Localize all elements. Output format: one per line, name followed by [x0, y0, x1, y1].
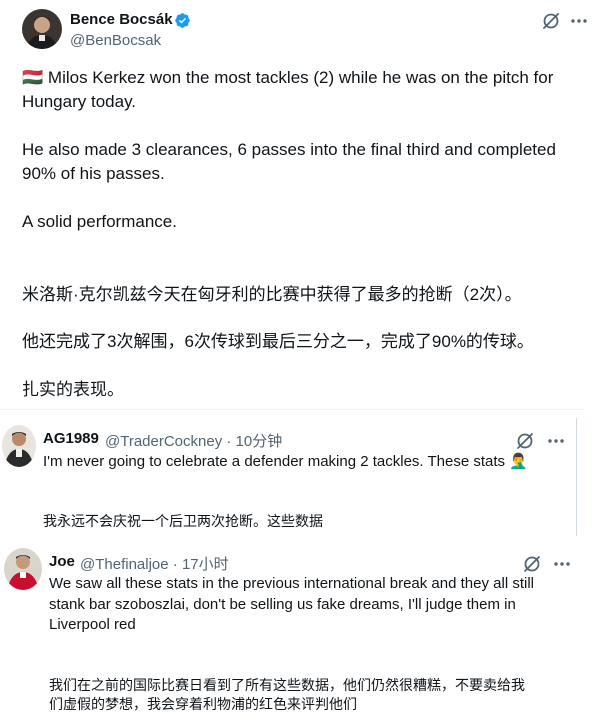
reply-text: I'm never going to celebrate a defender … — [43, 453, 528, 470]
post-text-line-cn: 他还完成了3次解围，6次传球到最后三分之一，完成了90%的传球。 — [22, 332, 534, 351]
author-handle[interactable]: @BenBocsak — [70, 32, 161, 49]
more-options-icon[interactable] — [546, 431, 566, 451]
verified-badge-icon — [174, 12, 191, 29]
reply-author-name[interactable]: Joe — [49, 553, 75, 570]
post-text-line: A solid performance. — [22, 212, 177, 231]
reply-text: Liverpool red — [49, 616, 136, 633]
hungary-flag: 🇭🇺 — [22, 68, 44, 87]
reply-text-cn: 我永远不会庆祝一个后卫两次抢断。这些数据 — [43, 513, 323, 529]
more-options-icon[interactable] — [552, 554, 572, 574]
reply-avatar[interactable] — [4, 548, 42, 590]
reply-author-handle[interactable]: @Thefinaljoe · 17小时 — [80, 553, 229, 574]
post-text-line: 90% of his passes. — [22, 164, 165, 183]
grok-icon[interactable] — [541, 11, 561, 31]
post-text-line-cn: 扎实的表现。 — [22, 380, 124, 399]
post-text-line: He also made 3 clearances, 6 passes into… — [22, 140, 556, 159]
reply-text-cn: 我们在之前的国际比赛日看到了所有这些数据，他们仍然很糟糕，不要卖给我 — [49, 677, 525, 693]
reply-author-name[interactable]: AG1989 — [43, 430, 99, 447]
reply-avatar[interactable] — [2, 425, 36, 467]
reply-text: stank bar szoboszlai, don't be selling u… — [49, 596, 516, 613]
reply-author-handle[interactable]: @TraderCockney · 10分钟 — [105, 430, 282, 451]
main-post: Bence Bocsák @BenBocsak 🇭🇺 Milos Kerkez … — [0, 0, 599, 405]
scroll-rule — [576, 418, 577, 536]
author-avatar[interactable] — [22, 9, 62, 49]
reply-text: We saw all these stats in the previous i… — [49, 575, 534, 592]
reply-text-cn: 们虚假的梦想，我会穿着利物浦的红色来评判他们 — [49, 696, 357, 712]
grok-icon[interactable] — [515, 431, 535, 451]
author-name[interactable]: Bence Bocsák — [70, 11, 173, 28]
post-text-line-cn: 米洛斯·克尔凯兹今天在匈牙利的比赛中获得了最多的抢断（2次）。 — [22, 285, 522, 304]
post-text-line: Hungary today. — [22, 92, 137, 111]
post-text-line: 🇭🇺 Milos Kerkez won the most tackles (2)… — [22, 68, 554, 87]
more-options-icon[interactable] — [569, 11, 589, 31]
divider — [0, 409, 584, 410]
grok-icon[interactable] — [522, 554, 542, 574]
